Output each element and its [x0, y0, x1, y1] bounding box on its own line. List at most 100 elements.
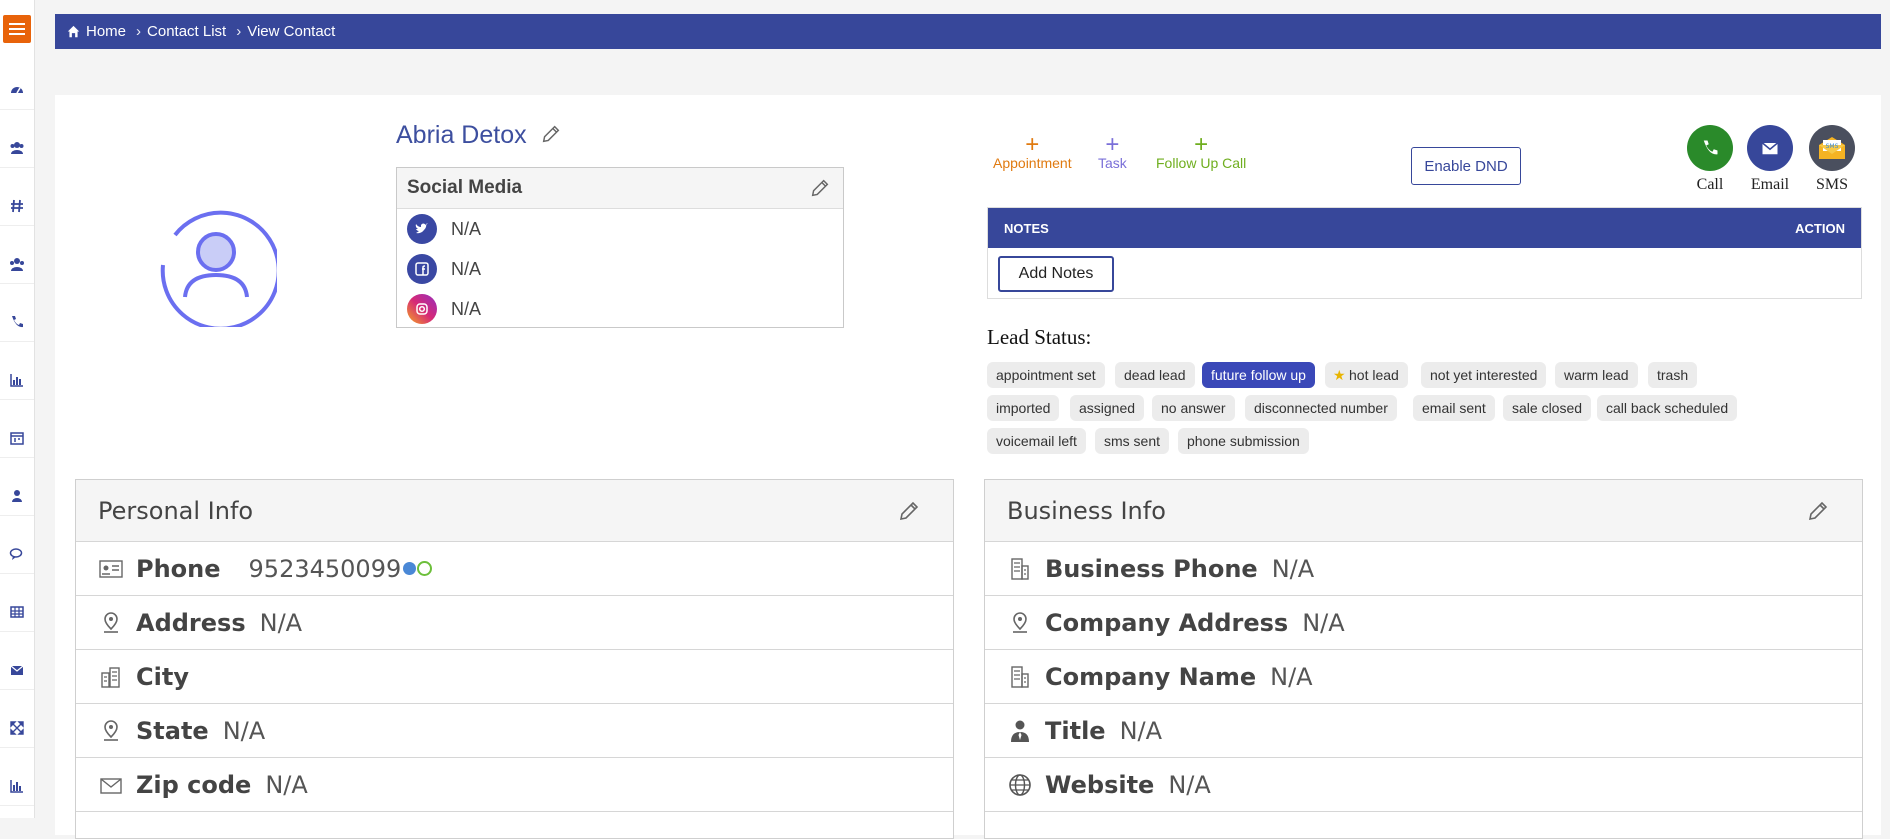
- title-value: N/A: [1119, 716, 1163, 745]
- state-label: State: [136, 716, 209, 745]
- chart-icon[interactable]: [0, 361, 34, 400]
- email-button[interactable]: Email: [1747, 125, 1793, 194]
- building-icon: [1007, 664, 1033, 690]
- lead-chip[interactable]: trash: [1648, 362, 1698, 388]
- phone-row: Phone 9523450099: [76, 542, 953, 596]
- breadcrumb-contact-list[interactable]: Contact List: [147, 23, 226, 40]
- star-icon: ★: [1333, 367, 1346, 383]
- group-icon[interactable]: [0, 245, 34, 284]
- city-label: City: [136, 662, 189, 691]
- city-icon: [98, 664, 124, 690]
- whatsapp-icon[interactable]: [417, 561, 433, 576]
- users-icon[interactable]: [0, 129, 34, 168]
- avatar: [155, 205, 281, 331]
- plus-icon: +: [1105, 131, 1120, 158]
- call-log-icon[interactable]: [403, 562, 417, 575]
- enable-dnd-button[interactable]: Enable DND: [1411, 147, 1521, 185]
- lead-chip[interactable]: call back scheduled: [1597, 395, 1738, 421]
- user-avatar-icon: [160, 210, 281, 331]
- personal-info-panel: Personal Info Phone 9523450099 Address N…: [75, 479, 954, 839]
- hashtag-icon[interactable]: [0, 187, 34, 226]
- lead-chip[interactable]: not yet interested: [1421, 362, 1547, 388]
- follow-up-call-button[interactable]: + Follow Up Call: [1156, 131, 1247, 172]
- lead-chip[interactable]: imported: [987, 395, 1060, 421]
- bar-chart-icon[interactable]: [0, 767, 34, 806]
- contact-card: Abria Detox Social Media N/A N/A N/A + A…: [55, 95, 1881, 839]
- pencil-icon[interactable]: [897, 499, 921, 523]
- table-icon[interactable]: [0, 593, 34, 632]
- lead-chip[interactable]: voicemail left: [987, 428, 1086, 454]
- lead-chip[interactable]: sms sent: [1095, 428, 1170, 454]
- home-icon: [67, 25, 80, 38]
- company-name-row: Company Name N/A: [985, 650, 1862, 704]
- envelope-icon: [1747, 125, 1793, 171]
- breadcrumb-home[interactable]: Home: [86, 23, 126, 40]
- email-label: Email: [1750, 176, 1790, 193]
- personal-info-title: Personal Info: [98, 496, 254, 525]
- pencil-icon[interactable]: [540, 123, 562, 145]
- facebook-icon: [407, 254, 437, 284]
- facebook-value: N/A: [451, 258, 482, 279]
- agent-icon[interactable]: [0, 477, 34, 516]
- envelope-icon[interactable]: [0, 651, 34, 690]
- sms-button[interactable]: SMS SMS: [1809, 125, 1855, 194]
- company-name-label: Company Name: [1045, 662, 1257, 691]
- lead-chip[interactable]: phone submission: [1178, 428, 1309, 454]
- appointment-label: Appointment: [993, 155, 1072, 171]
- id-card-icon: [98, 556, 124, 582]
- lead-chip[interactable]: disconnected number: [1245, 395, 1397, 421]
- lead-chip[interactable]: assigned: [1070, 395, 1145, 421]
- title-label: Title: [1045, 716, 1106, 745]
- twitter-value: N/A: [451, 218, 482, 239]
- chat-icon[interactable]: [0, 535, 34, 574]
- twitter-icon: [407, 214, 437, 244]
- calendar-icon[interactable]: [0, 419, 34, 458]
- lead-chip[interactable]: no answer: [1152, 395, 1235, 421]
- plus-icon: +: [1025, 131, 1040, 158]
- appointment-button[interactable]: + Appointment: [993, 131, 1072, 172]
- social-media-title: Social Media: [407, 177, 523, 198]
- zip-label: Zip code: [136, 770, 252, 799]
- task-button[interactable]: + Task: [1098, 131, 1127, 172]
- phone-icon[interactable]: [0, 303, 34, 342]
- plus-icon: +: [1194, 131, 1209, 158]
- phone-label: Phone: [136, 554, 221, 583]
- lead-chip-hot-label: hot lead: [1349, 367, 1399, 383]
- social-row-twitter: N/A: [397, 209, 843, 249]
- chevron-right-icon: ›: [236, 23, 242, 40]
- lead-chip[interactable]: appointment set: [987, 362, 1105, 388]
- company-name-value: N/A: [1270, 662, 1313, 691]
- dashboard-icon[interactable]: [0, 71, 34, 110]
- map-pin-icon: [98, 718, 124, 744]
- expand-icon[interactable]: [0, 709, 34, 748]
- sms-envelope-icon: SMS: [1809, 125, 1855, 171]
- address-label: Address: [136, 608, 246, 637]
- business-info-title: Business Info: [1007, 496, 1166, 525]
- social-media-panel: Social Media N/A N/A N/A: [396, 167, 844, 328]
- lead-chip[interactable]: email sent: [1413, 395, 1495, 421]
- breadcrumb: Home › Contact List › View Contact: [55, 14, 1881, 49]
- globe-icon: [1007, 772, 1033, 798]
- lead-chip-active[interactable]: future follow up: [1202, 362, 1315, 388]
- lead-chip[interactable]: sale closed: [1503, 395, 1592, 421]
- sms-badge-text: SMS: [1826, 143, 1839, 150]
- lead-chip[interactable]: warm lead: [1555, 362, 1638, 388]
- business-phone-value: N/A: [1271, 554, 1315, 583]
- phone-icon: [1687, 125, 1733, 171]
- business-phone-row: Business Phone N/A: [985, 542, 1862, 596]
- lead-chip[interactable]: ★ hot lead: [1325, 362, 1408, 388]
- company-address-row: Company Address N/A: [985, 596, 1862, 650]
- call-button[interactable]: Call: [1687, 125, 1733, 194]
- sms-label: SMS: [1815, 176, 1849, 193]
- map-pin-icon: [98, 610, 124, 636]
- follow-up-label: Follow Up Call: [1156, 155, 1247, 171]
- pencil-icon[interactable]: [1806, 499, 1830, 523]
- add-notes-button[interactable]: Add Notes: [998, 256, 1114, 292]
- city-row: City: [76, 650, 953, 704]
- hamburger-menu-icon[interactable]: [3, 15, 31, 43]
- lead-chip[interactable]: dead lead: [1115, 362, 1195, 388]
- website-label: Website: [1045, 770, 1155, 799]
- social-row-instagram: N/A: [397, 289, 843, 329]
- chevron-right-icon: ›: [136, 23, 142, 40]
- pencil-icon[interactable]: [809, 177, 831, 199]
